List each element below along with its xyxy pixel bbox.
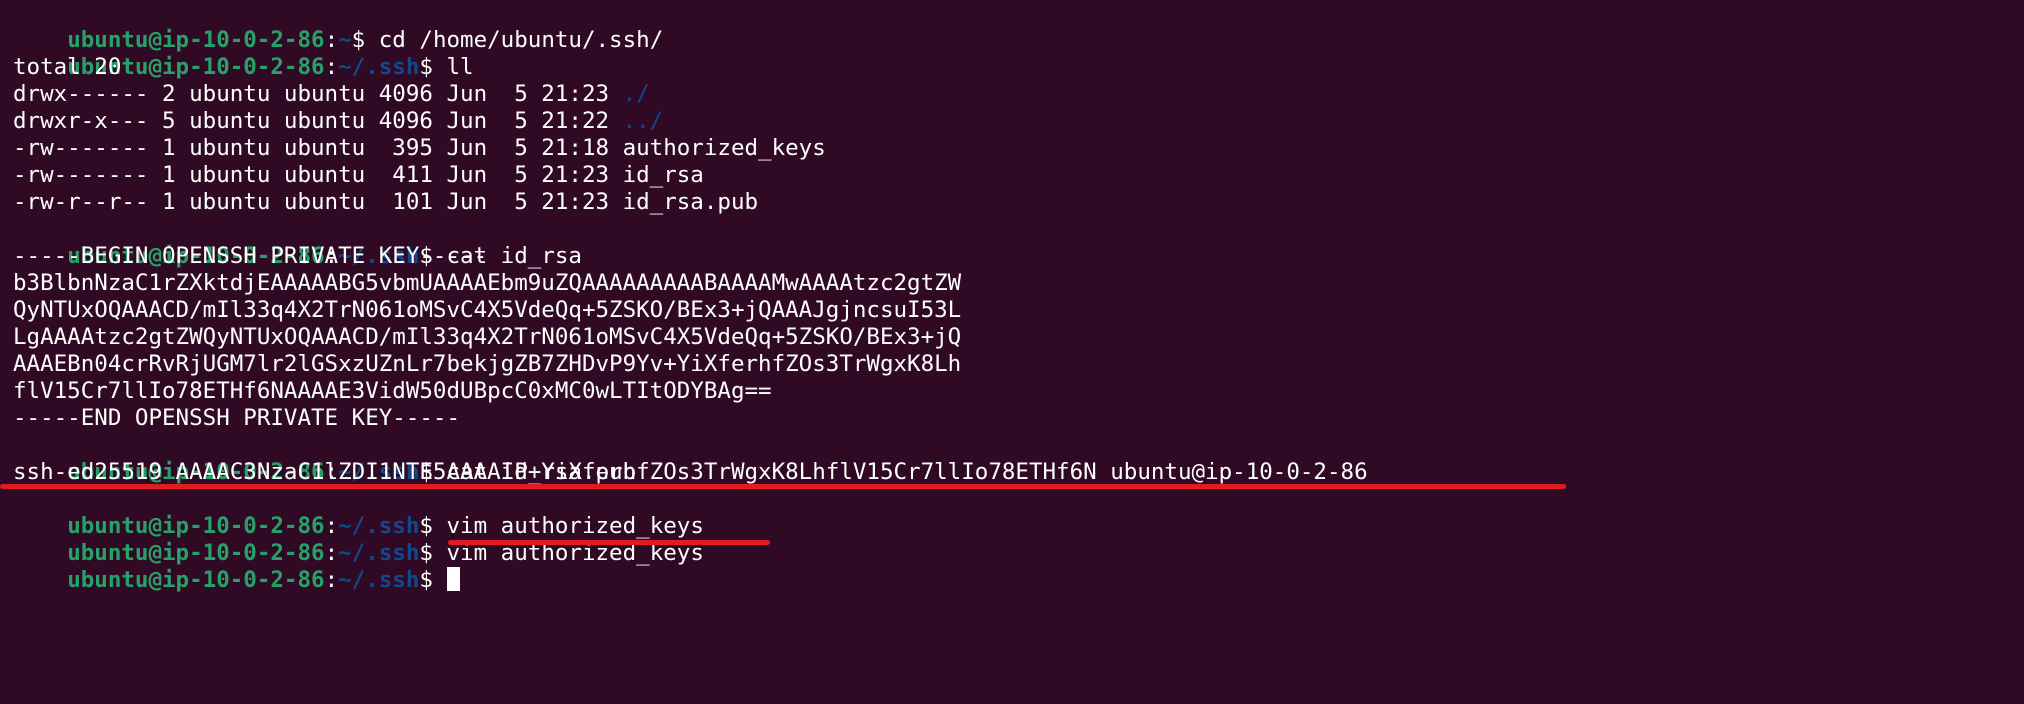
prompt-path: ~ [338,27,352,53]
prompt-dollar: $ [419,54,447,80]
listing-entry: drwx------ 2 ubuntu ubuntu 4096 Jun 5 21… [13,81,623,107]
output-line: drwx------ 2 ubuntu ubuntu 4096 Jun 5 21… [13,81,2024,108]
prompt-dollar: $ [419,513,447,539]
prompt-user-host: ubuntu@ip-10-0-2-86 [67,567,325,593]
prompt-user-host: ubuntu@ip-10-0-2-86 [67,513,325,539]
output-line: -----END OPENSSH PRIVATE KEY----- [13,405,461,431]
prompt-user-host: ubuntu@ip-10-0-2-86 [67,540,325,566]
command-text: vim authorized_keys [446,513,704,539]
directory-name: ../ [622,108,664,134]
terminal-window[interactable]: ubuntu@ip-10-0-2-86:~$ cd /home/ubuntu/.… [0,0,2024,704]
terminal-line: ubuntu@ip-10-0-2-86:~/.ssh$ cat id_rsa [13,216,2024,269]
terminal-line: ubuntu@ip-10-0-2-86:~/.ssh$ cat id_rsa.p… [13,432,2024,485]
prompt-colon: : [324,513,339,539]
prompt-path: ~/.ssh [338,54,420,80]
terminal-line: ubuntu@ip-10-0-2-86:~/.ssh$ vim authoriz… [13,486,2024,539]
directory-name: ./ [622,81,650,107]
annotation-underline-public-key [0,484,1566,489]
prompt-colon: : [324,567,339,593]
prompt-colon: : [324,540,339,566]
output-line: -rw------- 1 ubuntu ubuntu 411 Jun 5 21:… [13,162,704,188]
output-line: AAAEBn04crRvRjUGM7lr2lGSxzUZnLr7bekjgZB7… [13,351,962,377]
public-key-line: ssh-ed25519 AAAAC3NzaC1lZDI1NTE5AAAAIP+Y… [13,459,1368,485]
output-line: drwxr-x--- 5 ubuntu ubuntu 4096 Jun 5 21… [13,108,2024,135]
command-text: ll [446,54,474,80]
prompt-colon: : [324,27,339,53]
output-line: QyNTUxOQAAACD/mIl33q4X2TrN061oMSvC4X5Vde… [13,297,962,323]
text-cursor[interactable] [446,567,460,591]
prompt-path: ~/.ssh [338,540,420,566]
prompt-colon: : [324,54,339,80]
output-line: b3BlbnNzaC1rZXktdjEAAAAABG5vbmUAAAAEbm9u… [13,270,962,296]
output-line: -rw-r--r-- 1 ubuntu ubuntu 101 Jun 5 21:… [13,189,759,215]
terminal-line: ubuntu@ip-10-0-2-86:~$ cd /home/ubuntu/.… [13,0,2024,53]
output-line: -----BEGIN OPENSSH PRIVATE KEY----- [13,243,488,269]
command-text: cd /home/ubuntu/.ssh/ [378,27,664,53]
prompt-dollar: $ [419,567,447,593]
annotation-underline-vim-command [448,540,770,545]
listing-entry: drwxr-x--- 5 ubuntu ubuntu 4096 Jun 5 21… [13,108,623,134]
prompt-user-host: ubuntu@ip-10-0-2-86 [67,27,325,53]
output-line: flV15Cr7llIo78ETHf6NAAAAE3VidW50dUBpcC0x… [13,378,772,404]
prompt-path: ~/.ssh [338,513,420,539]
prompt-dollar: $ [419,540,447,566]
output-line: -rw------- 1 ubuntu ubuntu 395 Jun 5 21:… [13,135,826,161]
prompt-path: ~/.ssh [338,567,420,593]
output-line: LgAAAAtzc2gtZWQyNTUxOQAAACD/mIl33q4X2TrN… [13,324,962,350]
prompt-dollar: $ [351,27,379,53]
